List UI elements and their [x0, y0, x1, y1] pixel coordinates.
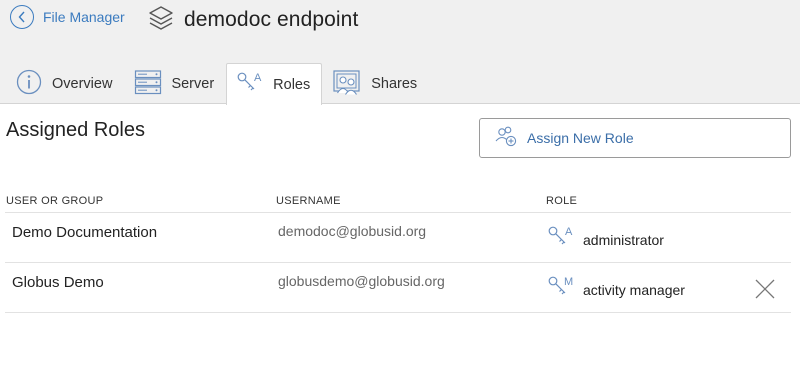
row-username: demodoc@globusid.org — [278, 223, 427, 239]
tab-overview[interactable]: Overview — [5, 63, 124, 104]
tab-shares-label: Shares — [371, 76, 418, 92]
row-role: A administrator — [547, 223, 664, 256]
col-header-role: ROLE — [546, 195, 578, 207]
row-role-label: activity manager — [583, 281, 685, 298]
col-header-username: USERNAME — [276, 195, 341, 207]
page-title: demodoc endpoint — [184, 8, 359, 31]
add-users-icon — [494, 124, 518, 153]
row-user-or-group: Globus Demo — [12, 274, 104, 291]
remove-role-close-icon[interactable] — [754, 278, 776, 300]
tab-server[interactable]: Server — [124, 63, 226, 104]
tab-roles-label: Roles — [273, 76, 311, 93]
col-header-user-or-group: USER OR GROUP — [6, 195, 104, 207]
table-row: Globus Demo globusdemo@globusid.org M ac… — [5, 263, 791, 313]
table-header: USER OR GROUP USERNAME ROLE — [5, 190, 791, 213]
roles-key-icon: A — [236, 69, 273, 101]
section-title: Assigned Roles — [6, 119, 145, 141]
svg-text:A: A — [254, 72, 262, 84]
table-row: Demo Documentation demodoc@globusid.org … — [5, 213, 791, 263]
row-user-or-group: Demo Documentation — [12, 224, 158, 241]
tab-overview-label: Overview — [52, 76, 113, 92]
server-icon — [134, 69, 171, 99]
info-icon — [15, 68, 52, 100]
layers-icon — [148, 4, 174, 37]
tab-server-label: Server — [171, 76, 215, 92]
shares-icon — [332, 68, 371, 100]
row-role: M activity manager — [547, 273, 685, 306]
roles-table: USER OR GROUP USERNAME ROLE Demo Documen… — [5, 190, 791, 313]
svg-text:A: A — [565, 226, 573, 238]
back-link-label: File Manager — [43, 9, 125, 25]
page-title-wrap: demodoc endpoint — [148, 4, 359, 37]
page-header: File Manager demodoc endpoint Overview S… — [0, 0, 800, 105]
assign-new-role-label: Assign New Role — [527, 130, 634, 146]
tab-bar: Overview Server A Roles Shares — [5, 63, 429, 105]
role-key-icon: A — [547, 223, 575, 256]
tab-roles[interactable]: A Roles — [226, 63, 323, 105]
assign-new-role-button[interactable]: Assign New Role — [479, 118, 791, 158]
role-key-icon: M — [547, 273, 575, 306]
chevron-left-icon — [10, 5, 34, 29]
tab-shares[interactable]: Shares — [322, 63, 429, 104]
row-role-label: administrator — [583, 231, 664, 248]
back-to-file-manager-link[interactable]: File Manager — [10, 5, 125, 29]
svg-text:M: M — [564, 276, 573, 288]
row-username: globusdemo@globusid.org — [278, 273, 445, 289]
